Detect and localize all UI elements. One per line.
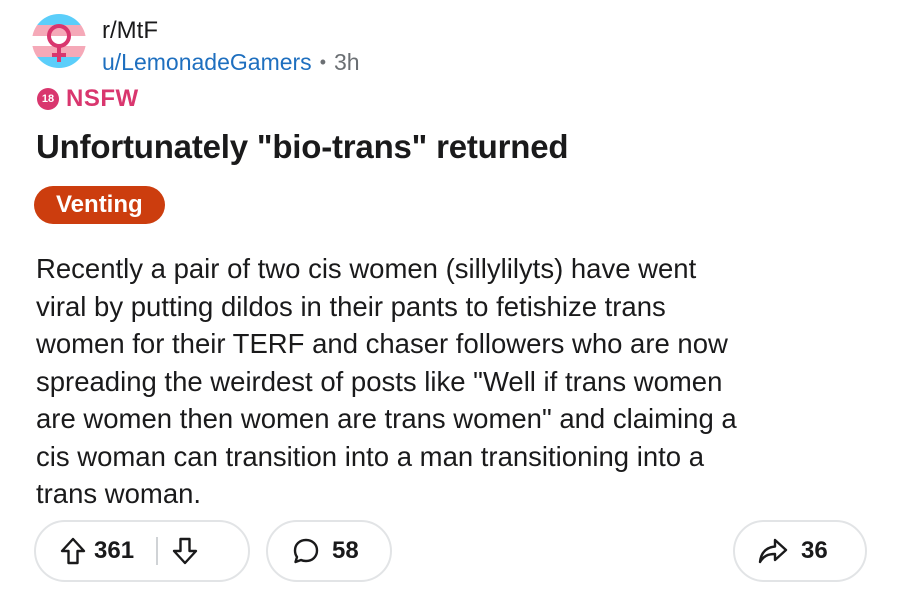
nsfw-label: NSFW bbox=[66, 85, 139, 112]
share-count: 36 bbox=[801, 537, 828, 564]
author-username[interactable]: u/LemonadeGamers bbox=[102, 47, 312, 77]
post-card: r/MtF u/LemonadeGamers • 3h 18 NSFW Unfo… bbox=[0, 0, 902, 600]
comments-button[interactable]: 58 bbox=[266, 520, 392, 582]
post-body[interactable]: Recently a pair of two cis women (sillyl… bbox=[36, 250, 886, 513]
share-button[interactable]: 36 bbox=[733, 520, 867, 582]
upvote-button[interactable] bbox=[60, 537, 86, 565]
body-line: Recently a pair of two cis women (sillyl… bbox=[36, 253, 697, 284]
subreddit-name[interactable]: r/MtF bbox=[102, 16, 360, 46]
share-arrow-icon bbox=[758, 538, 788, 564]
comment-icon-wrap bbox=[292, 537, 320, 565]
post-header: r/MtF u/LemonadeGamers • 3h bbox=[32, 14, 360, 77]
body-line: are women then women are trans women" an… bbox=[36, 403, 737, 434]
comment-bubble-icon bbox=[293, 538, 319, 564]
arrow-up-icon bbox=[60, 537, 86, 565]
meta-separator: • bbox=[319, 52, 326, 72]
action-bar: 361 58 36 bbox=[0, 520, 902, 584]
vote-divider bbox=[156, 537, 159, 565]
community-avatar[interactable] bbox=[32, 14, 86, 68]
body-line: trans woman. bbox=[36, 478, 202, 509]
downvote-button[interactable] bbox=[172, 537, 198, 565]
arrow-down-icon bbox=[172, 537, 198, 565]
post-age: 3h bbox=[334, 49, 360, 75]
body-line: women for their TERF and chaser follower… bbox=[36, 328, 728, 359]
body-line: spreading the weirdest of posts like "We… bbox=[36, 365, 723, 397]
vote-control: 361 bbox=[34, 520, 250, 582]
nsfw-18-icon: 18 bbox=[37, 88, 59, 110]
post-meta: u/LemonadeGamers • 3h bbox=[102, 47, 360, 77]
post-title[interactable]: Unfortunately "bio-trans" returned bbox=[36, 128, 569, 166]
post-flair[interactable]: Venting bbox=[34, 186, 165, 224]
comment-count: 58 bbox=[332, 537, 359, 564]
trans-flag-female-symbol-icon bbox=[32, 14, 86, 68]
share-icon-wrap bbox=[757, 537, 789, 565]
nsfw-tag: 18 NSFW bbox=[37, 85, 139, 113]
body-line: cis woman can transition into a man tran… bbox=[36, 440, 704, 472]
upvote-count: 361 bbox=[94, 537, 135, 564]
body-line: viral by putting dildos in their pants t… bbox=[36, 290, 666, 322]
